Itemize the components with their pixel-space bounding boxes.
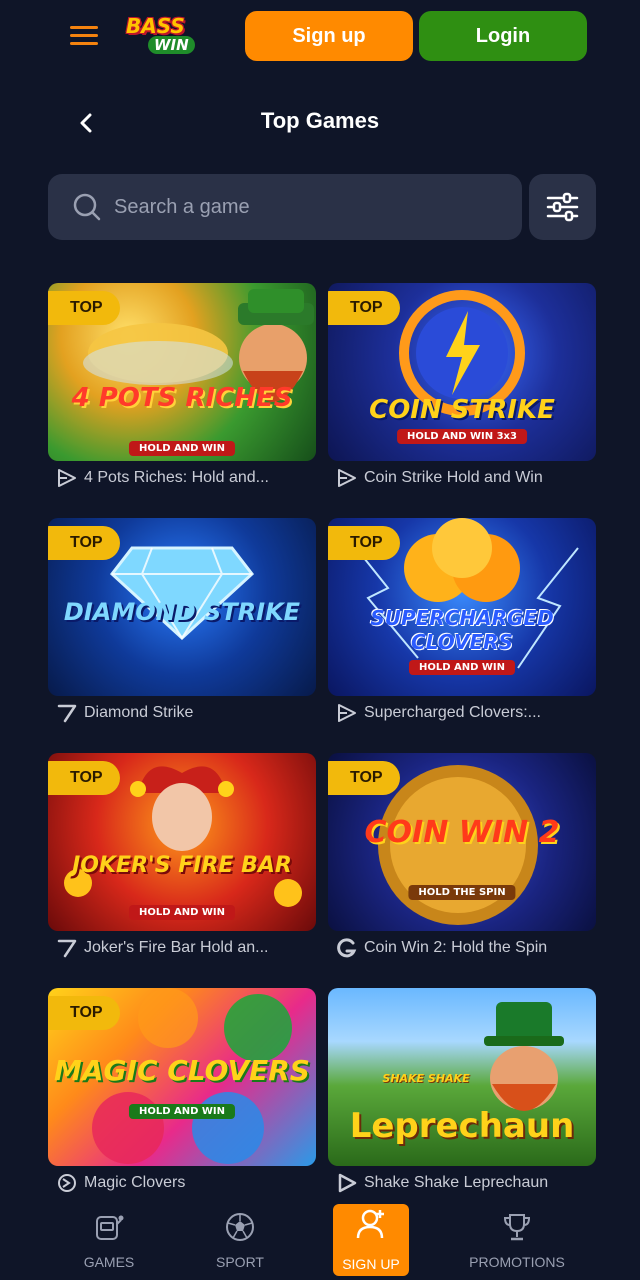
play-outline-icon [58,469,76,487]
game-art-title: COIN STRIKE [369,395,555,425]
game-card-4-pots-riches[interactable]: 4 POTS RICHES HOLD AND WIN TOP 4 Pots Ri… [48,283,316,493]
game-card-coin-strike[interactable]: COIN STRIKE HOLD AND WIN 3x3 TOP Coin St… [328,283,596,493]
game-title: Joker's Fire Bar Hold an... [84,939,269,956]
top-badge: TOP [48,996,120,1030]
soccer-ball-icon [226,1213,254,1241]
game-thumbnail: COIN WIN 2 HOLD THE SPIN TOP [328,753,596,931]
nav-label: PROMOTIONS [469,1254,565,1270]
top-badge: TOP [328,291,400,325]
game-art-title: SUPERCHARGED CLOVERS [370,606,554,654]
signup-button[interactable]: Sign up [245,11,413,61]
game-card-magic-clovers[interactable]: MAGIC CLOVERS HOLD AND WIN TOP Magic Clo… [48,988,316,1198]
game-card-shake-shake-leprechaun[interactable]: SHAKE SHAKE Leprechaun Shake Shake Lepre… [328,988,596,1198]
game-title-row: Shake Shake Leprechaun [336,1172,596,1194]
game-title: Coin Strike Hold and Win [364,469,543,486]
game-thumbnail: MAGIC CLOVERS HOLD AND WIN TOP [48,988,316,1166]
game-art-subtitle: HOLD THE SPIN [408,885,516,900]
game-title-row: Diamond Strike [56,702,316,724]
swirl-icon [58,1174,76,1192]
search-icon [72,192,102,222]
nav-label: SIGN UP [342,1256,400,1272]
sliders-icon [546,192,579,222]
trophy-icon [503,1214,531,1241]
top-badge: TOP [48,526,120,560]
game-card-supercharged-clovers[interactable]: SUPERCHARGED CLOVERS HOLD AND WIN TOP Su… [328,518,596,728]
game-title-row: Magic Clovers [56,1172,316,1194]
hamburger-menu-icon[interactable] [70,26,98,48]
game-art-title: 4 POTS RICHES [71,383,293,413]
seven-icon [57,939,77,958]
game-art-title: Leprechaun [349,1106,575,1146]
game-art-subtitle: HOLD AND WIN [128,441,236,456]
game-thumbnail: DIAMOND STRIKE TOP [48,518,316,696]
game-title: 4 Pots Riches: Hold and... [84,469,269,486]
filter-button[interactable] [529,174,596,240]
logo-text-top: BASS [126,14,185,38]
game-title-row: Coin Strike Hold and Win [336,467,596,489]
nav-promotions[interactable]: PROMOTIONS [463,1208,571,1274]
search-input[interactable] [114,188,504,226]
top-badge: TOP [48,291,120,325]
bottom-navigation: GAMES SPORT SIGN UP PROMOTIONS [0,1200,640,1280]
logo-text-bottom: WIN [148,36,195,54]
game-thumbnail: JOKER'S FIRE BAR HOLD AND WIN TOP [48,753,316,931]
game-thumbnail: 4 POTS RICHES HOLD AND WIN TOP [48,283,316,461]
seven-icon [57,704,77,723]
top-bar: BASS WIN Sign up Login [0,0,640,76]
top-badge: TOP [328,526,400,560]
slot-machine-icon [96,1215,124,1240]
game-title: Magic Clovers [84,1174,186,1191]
game-art-title: JOKER'S FIRE BAR [72,853,292,878]
game-title: Coin Win 2: Hold the Spin [364,939,548,956]
game-title-row: 4 Pots Riches: Hold and... [56,467,316,489]
game-title-row: Supercharged Clovers:... [336,702,596,724]
nav-label: GAMES [83,1254,135,1270]
nav-signup[interactable]: SIGN UP [333,1204,409,1276]
game-card-jokers-fire-bar[interactable]: JOKER'S FIRE BAR HOLD AND WIN TOP Joker'… [48,753,316,963]
game-card-coin-win-2[interactable]: COIN WIN 2 HOLD THE SPIN TOP Coin Win 2:… [328,753,596,963]
game-title: Shake Shake Leprechaun [364,1174,549,1191]
search-bar [48,174,522,240]
login-button[interactable]: Login [419,11,587,61]
game-art-subtitle: SHAKE SHAKE [382,1072,470,1085]
play-outline-icon [338,469,356,487]
game-thumbnail: SUPERCHARGED CLOVERS HOLD AND WIN TOP [328,518,596,696]
nav-games[interactable]: GAMES [63,1208,155,1274]
game-art-subtitle: HOLD AND WIN [128,1104,236,1119]
nav-sport[interactable]: SPORT [194,1208,286,1274]
game-art-subtitle: HOLD AND WIN [128,905,236,920]
game-card-diamond-strike[interactable]: DIAMOND STRIKE TOP Diamond Strike [48,518,316,728]
back-arrow-icon[interactable] [72,108,100,138]
game-title-row: Joker's Fire Bar Hold an... [56,937,316,959]
game-art-title: MAGIC CLOVERS [54,1054,310,1087]
game-title: Supercharged Clovers:... [364,704,541,721]
g-letter-icon [337,938,357,958]
nav-label: SPORT [216,1254,264,1270]
game-thumbnail: SHAKE SHAKE Leprechaun [328,988,596,1166]
play-solid-icon [338,1173,357,1193]
game-art-title: DIAMOND STRIKE [63,598,301,626]
game-title-row: Coin Win 2: Hold the Spin [336,937,596,959]
game-title: Diamond Strike [84,704,194,721]
game-art-subtitle: HOLD AND WIN [408,660,516,675]
play-outline-icon [338,704,356,722]
user-plus-icon [356,1209,384,1239]
top-badge: TOP [328,761,400,795]
brand-logo[interactable]: BASS WIN [124,12,202,58]
game-thumbnail: COIN STRIKE HOLD AND WIN 3x3 TOP [328,283,596,461]
top-badge: TOP [48,761,120,795]
game-art-subtitle: HOLD AND WIN 3x3 [397,429,527,444]
game-art-title: COIN WIN 2 [364,815,560,850]
